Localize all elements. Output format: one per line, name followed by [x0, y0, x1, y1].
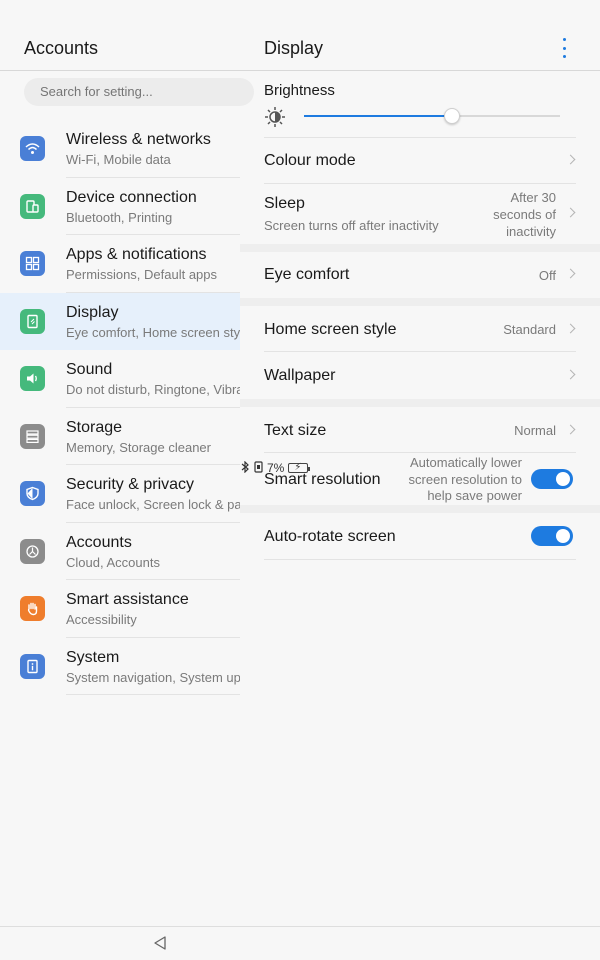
section-gap	[240, 298, 600, 306]
back-icon[interactable]	[152, 935, 168, 951]
brightness-sun-icon	[264, 106, 286, 132]
menu-item-smart-assistance[interactable]: Smart assistance Accessibility	[0, 580, 240, 638]
shield-icon	[20, 481, 45, 506]
smart-resolution-desc-line: help save power	[427, 488, 522, 503]
section-gap	[240, 244, 600, 252]
wifi-icon	[20, 136, 45, 161]
smart-resolution-desc-line: Automatically lower	[410, 455, 522, 470]
menu-item-subtitle: Permissions, Default apps	[66, 267, 218, 282]
sleep-label: Sleep	[264, 195, 305, 212]
menu-item-security-privacy[interactable]: Security & privacy Face unlock, Screen l…	[0, 465, 240, 523]
wallpaper-row[interactable]: Wallpaper	[240, 352, 600, 399]
brightness-slider[interactable]	[304, 108, 560, 124]
left-pane-title: Accounts	[24, 38, 99, 58]
eye-comfort-row[interactable]: Eye comfort Off	[240, 252, 600, 298]
menu-item-subtitle: Memory, Storage cleaner	[66, 439, 211, 455]
eye-comfort-label: Eye comfort	[264, 266, 350, 283]
smart-resolution-label: Smart resolution	[264, 471, 381, 488]
menu-item-wireless-networks[interactable]: Wireless & networks Wi-Fi, Mobile data	[0, 120, 240, 178]
menu-item-subtitle: Face unlock, Screen lock & passwords	[66, 497, 240, 512]
smart-resolution-description: Automatically lower screen resolution to…	[409, 455, 522, 505]
menu-item-apps-notifications[interactable]: Apps & notifications Permissions, Defaul…	[0, 235, 240, 293]
menu-item-system[interactable]: System System navigation, System update	[0, 638, 240, 695]
wallpaper-label: Wallpaper	[264, 367, 336, 384]
chevron-right-icon	[565, 323, 576, 334]
display-icon	[20, 308, 45, 334]
menu-item-accounts[interactable]: Accounts Cloud, Accounts	[0, 523, 240, 580]
sound-icon	[20, 366, 45, 391]
sleep-subtitle: Screen turns off after inactivity	[264, 218, 439, 233]
chevron-right-icon	[565, 424, 576, 435]
menu-item-title: Security & privacy	[66, 476, 195, 493]
menu-item-title: Smart assistance	[66, 591, 189, 608]
menu-item-subtitle: Do not disturb, Ringtone, Vibrate	[66, 382, 240, 397]
text-size-row[interactable]: Text size Normal	[240, 407, 600, 453]
section-gap	[240, 505, 600, 513]
menu-item-subtitle: Eye comfort, Home screen style	[66, 324, 240, 340]
menu-item-title: Accounts	[66, 533, 132, 551]
menu-item-title: Display	[66, 303, 119, 321]
menu-item-device-connection[interactable]: Device connection Bluetooth, Printing	[0, 178, 240, 235]
more-options-icon[interactable]	[556, 38, 572, 58]
menu-item-subtitle: Bluetooth, Printing	[66, 209, 173, 225]
menu-item-subtitle: Cloud, Accounts	[66, 554, 160, 570]
menu-item-storage[interactable]: Storage Memory, Storage cleaner	[0, 408, 240, 465]
chevron-right-icon	[565, 369, 576, 380]
brightness-label: Brightness	[264, 82, 335, 99]
page-title: Display	[264, 38, 324, 58]
menu-item-sound[interactable]: Sound Do not disturb, Ringtone, Vibrate	[0, 350, 240, 408]
auto-rotate-row[interactable]: Auto-rotate screen	[240, 513, 600, 560]
smart-resolution-toggle[interactable]	[531, 469, 573, 489]
brightness-slider-fill	[304, 115, 452, 117]
storage-icon	[20, 423, 45, 449]
colour-mode-row[interactable]: Colour mode	[240, 138, 600, 184]
text-size-label: Text size	[264, 422, 327, 439]
eye-comfort-value: Off	[538, 268, 556, 283]
auto-rotate-label: Auto-rotate screen	[264, 528, 396, 545]
settings-menu: Wireless & networks Wi-Fi, Mobile data D…	[0, 120, 240, 695]
smart-resolution-row[interactable]: Smart resolution Automatically lower scr…	[240, 453, 600, 505]
menu-item-title: Storage	[66, 418, 123, 436]
accounts-icon	[20, 538, 45, 564]
menu-item-title: System	[66, 648, 120, 666]
menu-item-display[interactable]: Display Eye comfort, Home screen style	[0, 292, 240, 350]
chevron-right-icon	[565, 207, 576, 218]
sleep-value-line: inactivity	[506, 224, 556, 239]
menu-item-title: Sound	[66, 361, 113, 378]
colour-mode-label: Colour mode	[264, 152, 356, 169]
sleep-value-line: After 30	[510, 190, 556, 205]
brightness-slider-thumb[interactable]	[444, 108, 460, 124]
text-size-value: Normal	[514, 423, 556, 438]
settings-menu-pane: Accounts Wireless & networks Wi-Fi, Mobi…	[0, 0, 254, 926]
sleep-row[interactable]: Sleep Screen turns off after inactivity …	[240, 184, 600, 244]
display-settings-pane: Display Brightness Colour mode Sleep Scr…	[240, 0, 600, 926]
sleep-value-line: seconds of	[493, 207, 556, 222]
menu-item-title: Apps & notifications	[66, 246, 207, 263]
system-icon	[20, 653, 45, 679]
home-screen-style-label: Home screen style	[264, 321, 397, 338]
hand-icon	[20, 596, 45, 621]
auto-rotate-toggle[interactable]	[531, 526, 573, 546]
sleep-value: After 30 seconds of inactivity	[493, 189, 556, 240]
smart-resolution-desc-line: screen resolution to	[408, 471, 522, 487]
menu-item-subtitle: Accessibility	[66, 612, 137, 627]
menu-item-subtitle: System navigation, System update	[66, 669, 240, 685]
apps-icon	[20, 251, 45, 276]
home-screen-style-value: Standard	[503, 322, 556, 337]
chevron-right-icon	[565, 154, 576, 165]
chevron-right-icon	[565, 268, 576, 279]
device-connection-icon	[20, 193, 45, 219]
menu-item-title: Wireless & networks	[66, 131, 211, 148]
search-input[interactable]	[24, 78, 254, 106]
navigation-bar	[0, 926, 600, 960]
menu-item-subtitle: Wi-Fi, Mobile data	[66, 152, 171, 167]
section-gap	[240, 399, 600, 407]
home-screen-style-row[interactable]: Home screen style Standard	[240, 306, 600, 352]
brightness-row: Brightness	[240, 72, 600, 138]
menu-item-title: Device connection	[66, 188, 197, 206]
